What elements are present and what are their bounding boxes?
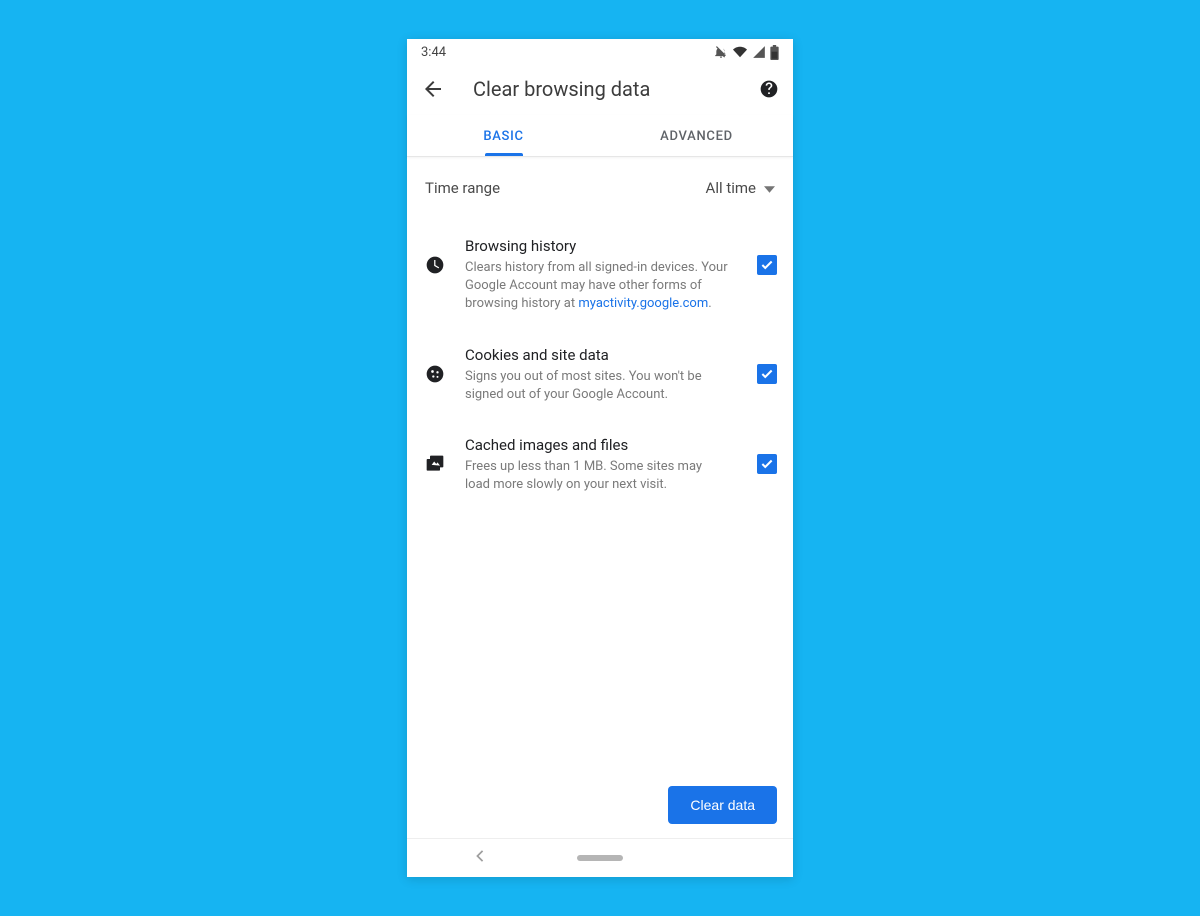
- status-icons: [714, 45, 779, 60]
- check-icon: [760, 457, 774, 471]
- time-range-value: All time: [706, 179, 756, 197]
- status-bar: 3:44: [407, 39, 793, 65]
- android-nav-bar: [407, 839, 793, 877]
- nav-home-pill[interactable]: [577, 855, 623, 861]
- option-title: Cached images and files: [465, 436, 729, 454]
- option-cookies: Cookies and site data Signs you out of m…: [407, 324, 793, 414]
- help-icon: [759, 79, 779, 99]
- time-range-value-wrap: All time: [706, 179, 775, 197]
- option-description: Signs you out of most sites. You won't b…: [465, 368, 729, 404]
- option-title: Cookies and site data: [465, 346, 729, 364]
- check-icon: [760, 258, 774, 272]
- arrow-back-icon: [421, 77, 445, 101]
- cookie-icon: [425, 364, 445, 384]
- signal-icon: [752, 45, 766, 59]
- footer: Clear data: [407, 786, 793, 839]
- tab-advanced[interactable]: ADVANCED: [600, 115, 793, 156]
- time-range-selector[interactable]: Time range All time: [407, 157, 793, 207]
- option-title: Browsing history: [465, 237, 729, 255]
- phone-frame: 3:44 Clear browsing data BASIC ADVANCED …: [407, 39, 793, 877]
- checkbox-history[interactable]: [757, 255, 777, 275]
- page-title: Clear browsing data: [445, 77, 759, 101]
- status-time: 3:44: [421, 45, 446, 60]
- check-icon: [760, 367, 774, 381]
- options-list: Browsing history Clears history from all…: [407, 207, 793, 786]
- option-browsing-history: Browsing history Clears history from all…: [407, 215, 793, 324]
- option-text: Cookies and site data Signs you out of m…: [465, 346, 737, 404]
- chevron-down-icon: [764, 179, 775, 197]
- back-button[interactable]: [421, 77, 445, 101]
- checkbox-cookies[interactable]: [757, 364, 777, 384]
- nav-back-icon[interactable]: [475, 850, 485, 866]
- myactivity-link[interactable]: myactivity.google.com: [578, 296, 708, 311]
- option-cache: Cached images and files Frees up less th…: [407, 414, 793, 504]
- option-description: Clears history from all signed-in device…: [465, 259, 729, 314]
- help-button[interactable]: [759, 79, 779, 99]
- notifications-off-icon: [714, 45, 728, 59]
- wifi-icon: [732, 45, 748, 59]
- option-description: Frees up less than 1 MB. Some sites may …: [465, 458, 729, 494]
- battery-icon: [770, 45, 779, 60]
- tabs: BASIC ADVANCED: [407, 115, 793, 157]
- option-text: Browsing history Clears history from all…: [465, 237, 737, 314]
- checkbox-cache[interactable]: [757, 454, 777, 474]
- images-icon: [425, 454, 445, 474]
- clock-icon: [425, 255, 445, 275]
- clear-data-button[interactable]: Clear data: [668, 786, 777, 824]
- time-range-label: Time range: [425, 179, 500, 197]
- option-text: Cached images and files Frees up less th…: [465, 436, 737, 494]
- tab-basic[interactable]: BASIC: [407, 115, 600, 156]
- app-header: Clear browsing data: [407, 65, 793, 115]
